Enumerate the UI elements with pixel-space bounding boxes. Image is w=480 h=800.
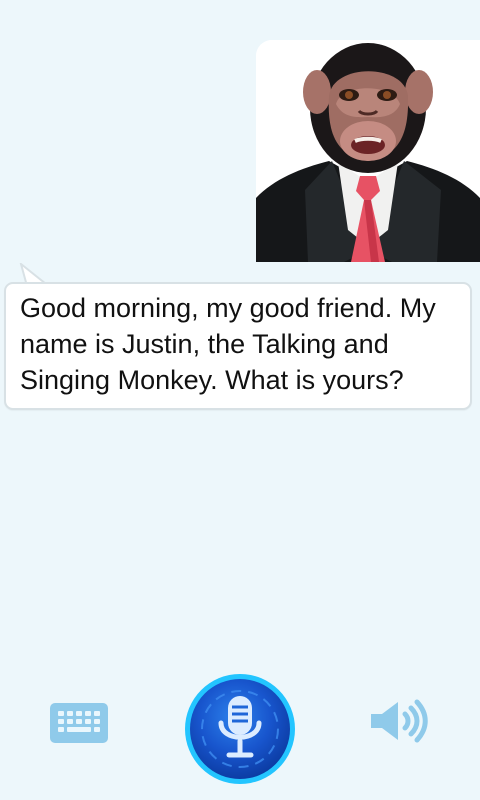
speaker-icon	[371, 699, 428, 743]
speech-bubble: Good morning, my good friend. My name is…	[4, 282, 472, 410]
monkey-avatar	[256, 40, 480, 262]
bottom-controls	[0, 660, 480, 800]
monkey-message: Good morning, my good friend. My name is…	[20, 293, 436, 395]
microphone-button[interactable]	[184, 673, 296, 785]
speaker-button[interactable]	[368, 697, 428, 745]
microphone-icon	[185, 674, 295, 784]
app-screen: Good morning, my good friend. My name is…	[0, 0, 480, 800]
keyboard-button[interactable]	[49, 702, 109, 744]
keyboard-icon	[50, 703, 108, 743]
monkey-portrait-icon	[256, 40, 480, 262]
